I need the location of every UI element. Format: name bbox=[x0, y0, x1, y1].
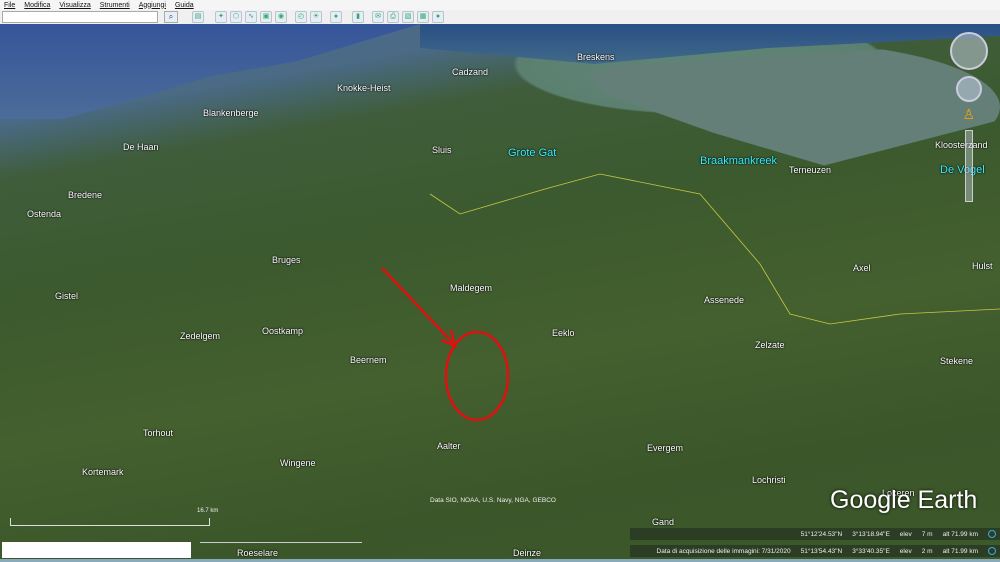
path-icon[interactable]: ∿ bbox=[245, 11, 257, 23]
sunlight-icon[interactable]: ☀ bbox=[310, 11, 322, 23]
look-joystick[interactable] bbox=[950, 32, 988, 70]
zoom-slider[interactable] bbox=[965, 130, 973, 202]
latitude: 51°13'54.43"N bbox=[800, 547, 843, 555]
planets-icon[interactable]: ● bbox=[330, 11, 342, 23]
longitude: 3°13'18.94"E bbox=[852, 530, 890, 538]
streaming-icon bbox=[988, 547, 996, 555]
menu-bar: File Modifica Visualizza Strumenti Aggiu… bbox=[0, 0, 1000, 10]
attribution: Data SIO, NOAA, U.S. Navy, NGA, GEBCO bbox=[430, 497, 556, 504]
border-line bbox=[429, 173, 1000, 325]
status-bar-row: Data di acquisizione delle immagini: 7/3… bbox=[630, 545, 1000, 557]
red-arrow bbox=[381, 267, 453, 343]
save-image-icon[interactable]: ▧ bbox=[402, 11, 414, 23]
sidebar-icon[interactable]: ▤ bbox=[192, 11, 204, 23]
overlay-icon[interactable]: ▣ bbox=[260, 11, 272, 23]
altitude: alt 71.99 km bbox=[942, 530, 978, 538]
tour-icon[interactable]: ◉ bbox=[275, 11, 287, 23]
elevation: 7 m bbox=[921, 530, 933, 538]
historical-imagery-icon[interactable]: ◴ bbox=[295, 11, 307, 23]
status-bar-row: 51°12'24.53"N 3°13'18.94"E elev 7 m alt … bbox=[630, 528, 1000, 540]
earth-icon[interactable]: ● bbox=[432, 11, 444, 23]
street-view-pegman-icon[interactable]: ♙ bbox=[962, 106, 975, 123]
menu-add[interactable]: Aggiungi bbox=[139, 2, 166, 9]
maps-icon[interactable]: ▦ bbox=[417, 11, 429, 23]
annotation-overlay bbox=[381, 173, 1000, 422]
imagery-date: Data di acquisizione delle immagini: 7/3… bbox=[656, 547, 791, 555]
ruler-icon[interactable]: ▮ bbox=[352, 11, 364, 23]
red-circle bbox=[444, 330, 510, 422]
elev-label: elev bbox=[899, 547, 912, 555]
search-input[interactable] bbox=[2, 11, 158, 23]
menu-help[interactable]: Guida bbox=[175, 2, 194, 9]
elev-label: elev bbox=[899, 530, 912, 538]
longitude: 3°33'40.35"E bbox=[852, 547, 890, 555]
menu-edit[interactable]: Modifica bbox=[24, 2, 50, 9]
search-button[interactable]: ⌕ bbox=[164, 11, 178, 23]
google-earth-logo: Google Earth bbox=[830, 486, 978, 514]
latitude: 51°12'24.53"N bbox=[800, 530, 843, 538]
move-joystick[interactable] bbox=[956, 76, 982, 102]
placemark-icon[interactable]: ✦ bbox=[215, 11, 227, 23]
search-icon: ⌕ bbox=[168, 12, 174, 21]
altitude: alt 71.99 km bbox=[942, 547, 978, 555]
map-view[interactable]: Cadzand Breskens Knokke-Heist Blankenberge D… bbox=[0, 24, 1000, 562]
blank-panel bbox=[2, 542, 191, 558]
menu-file[interactable]: File bbox=[4, 2, 15, 9]
toolbar: ⌕ ▤ ✦ ⬡ ∿ ▣ ◉ ◴ ☀ ● ▮ ✉ ⎙ ▧ ▦ ● bbox=[0, 10, 1000, 24]
scale-bar bbox=[10, 518, 210, 526]
polygon-icon[interactable]: ⬡ bbox=[230, 11, 242, 23]
menu-tools[interactable]: Strumenti bbox=[100, 2, 130, 9]
print-icon[interactable]: ⎙ bbox=[387, 11, 399, 23]
scale-line bbox=[200, 542, 362, 543]
streaming-icon bbox=[988, 530, 996, 538]
scale-label: 16.7 km bbox=[197, 508, 219, 514]
menu-view[interactable]: Visualizza bbox=[59, 2, 90, 9]
elevation: 2 m bbox=[921, 547, 933, 555]
email-icon[interactable]: ✉ bbox=[372, 11, 384, 23]
